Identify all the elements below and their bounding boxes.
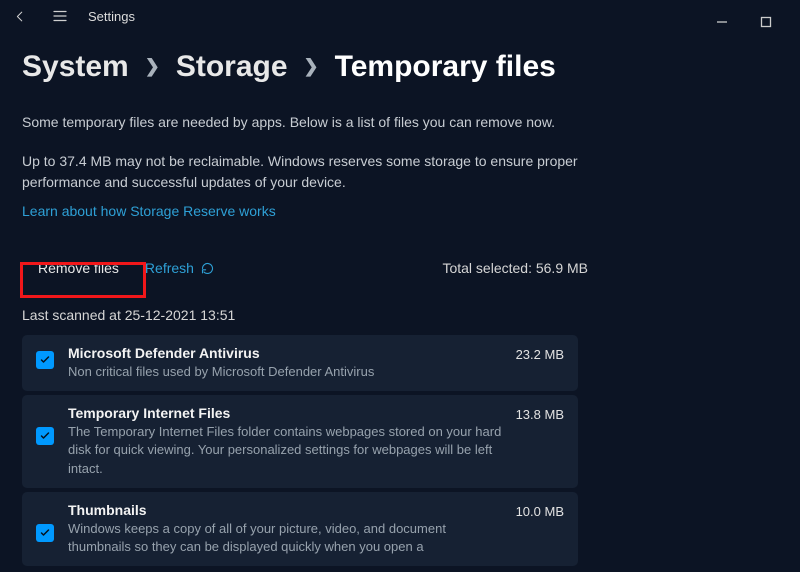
breadcrumb-storage[interactable]: Storage [176,50,288,84]
menu-button[interactable] [48,4,72,28]
learn-more-link[interactable]: Learn about how Storage Reserve works [22,203,276,219]
checkbox[interactable] [36,524,54,542]
list-item[interactable]: Temporary Internet Files The Temporary I… [22,395,578,488]
refresh-label: Refresh [145,260,194,276]
intro-text-1: Some temporary files are needed by apps.… [22,112,582,133]
item-size: 23.2 MB [516,347,564,362]
refresh-icon [200,261,215,276]
breadcrumb: System ❯ Storage ❯ Temporary files [22,50,778,84]
window-maximize[interactable] [746,8,786,36]
breadcrumb-system[interactable]: System [22,50,129,84]
item-size: 10.0 MB [516,504,564,519]
checkbox[interactable] [36,351,54,369]
breadcrumb-current: Temporary files [335,50,556,84]
item-title: Temporary Internet Files [68,405,502,421]
item-size: 13.8 MB [516,407,564,422]
refresh-button[interactable]: Refresh [145,260,215,276]
back-button[interactable] [8,4,32,28]
item-description: Windows keeps a copy of all of your pict… [68,520,502,556]
intro-text-2: Up to 37.4 MB may not be reclaimable. Wi… [22,151,582,193]
total-selected: Total selected: 56.9 MB [442,260,588,276]
temp-file-list: Microsoft Defender Antivirus Non critica… [22,335,778,566]
item-title: Microsoft Defender Antivirus [68,345,502,361]
chevron-icon: ❯ [304,56,319,77]
remove-files-button[interactable]: Remove files [22,251,135,285]
item-description: Non critical files used by Microsoft Def… [68,363,502,381]
last-scanned: Last scanned at 25-12-2021 13:51 [22,307,778,323]
window-minimize[interactable] [702,8,742,36]
item-title: Thumbnails [68,502,502,518]
checkbox[interactable] [36,427,54,445]
item-description: The Temporary Internet Files folder cont… [68,423,502,478]
list-item[interactable]: Microsoft Defender Antivirus Non critica… [22,335,578,391]
chevron-icon: ❯ [145,56,160,77]
titlebar: Settings [0,0,800,32]
app-title: Settings [88,9,135,24]
list-item[interactable]: Thumbnails Windows keeps a copy of all o… [22,492,578,566]
action-row: Remove files Refresh Total selected: 56.… [22,251,778,285]
